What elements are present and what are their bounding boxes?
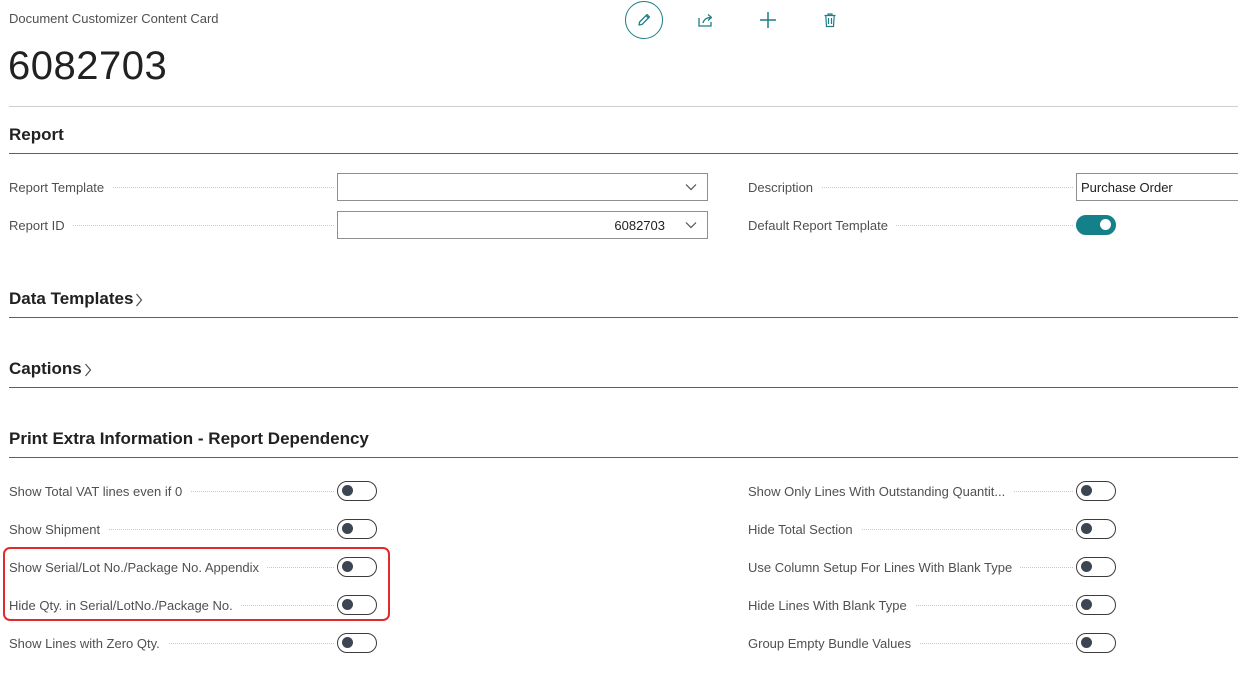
chevron-right-icon	[135, 293, 143, 312]
toggle-knob	[1081, 485, 1092, 496]
toggle-knob	[342, 561, 353, 572]
page-title: 6082703	[8, 44, 168, 88]
toggle-knob	[342, 599, 353, 610]
chevron-right-icon	[84, 363, 92, 382]
toggle-field: Show Shipment	[9, 515, 334, 543]
show-total-vat-label: Show Total VAT lines even if 0	[9, 483, 191, 499]
toggle-knob	[342, 523, 353, 534]
section-title-print-extra: Print Extra Information - Report Depende…	[9, 429, 369, 448]
report-template-select[interactable]	[337, 173, 708, 201]
toggle-knob	[342, 637, 353, 648]
edit-button[interactable]	[625, 1, 663, 39]
show-shipment-toggle[interactable]	[337, 519, 377, 539]
chevron-down-icon	[677, 212, 705, 238]
report-id-label: Report ID	[9, 217, 73, 233]
show-zero-qty-toggle[interactable]	[337, 633, 377, 653]
toggle-field: Show Total VAT lines even if 0	[9, 477, 334, 505]
show-shipment-label: Show Shipment	[9, 521, 109, 537]
action-bar	[625, 1, 849, 39]
header-divider	[9, 106, 1238, 107]
report-id-field: Report ID	[9, 211, 334, 239]
section-title-report: Report	[9, 125, 64, 144]
toggle-field: Use Column Setup For Lines With Blank Ty…	[748, 553, 1073, 581]
hide-qty-serial-toggle[interactable]	[337, 595, 377, 615]
toggle-field: Group Empty Bundle Values	[748, 629, 1073, 657]
toggle-field: Show Serial/Lot No./Package No. Appendix	[9, 553, 334, 581]
column-setup-blank-label: Use Column Setup For Lines With Blank Ty…	[748, 559, 1021, 575]
default-template-toggle[interactable]	[1076, 215, 1116, 235]
toggle-knob	[1081, 561, 1092, 572]
hide-blank-lines-label: Hide Lines With Blank Type	[748, 597, 915, 613]
card-type-label: Document Customizer Content Card	[9, 11, 219, 26]
column-setup-blank-toggle[interactable]	[1076, 557, 1116, 577]
outstanding-qty-toggle[interactable]	[1076, 481, 1116, 501]
section-print-extra[interactable]: Print Extra Information - Report Depende…	[9, 428, 1238, 458]
new-button[interactable]	[749, 1, 787, 39]
toggle-knob	[1081, 599, 1092, 610]
report-template-field: Report Template	[9, 173, 334, 201]
show-serial-appendix-toggle[interactable]	[337, 557, 377, 577]
toggle-field: Hide Lines With Blank Type	[748, 591, 1073, 619]
share-icon	[698, 14, 713, 27]
toggle-field: Hide Total Section	[748, 515, 1073, 543]
report-template-label: Report Template	[9, 179, 113, 195]
pencil-icon	[638, 13, 651, 26]
show-total-vat-toggle[interactable]	[337, 481, 377, 501]
plus-icon	[760, 12, 776, 28]
hide-blank-lines-toggle[interactable]	[1076, 595, 1116, 615]
section-data-templates[interactable]: Data Templates	[9, 288, 1238, 318]
toggle-field: Show Lines with Zero Qty.	[9, 629, 334, 657]
section-title-captions: Captions	[9, 359, 82, 378]
show-zero-qty-label: Show Lines with Zero Qty.	[9, 635, 168, 651]
default-template-field: Default Report Template	[748, 211, 1073, 239]
hide-qty-serial-label: Hide Qty. in Serial/LotNo./Package No.	[9, 597, 241, 613]
report-id-select[interactable]: 6082703	[337, 211, 708, 239]
show-serial-appendix-label: Show Serial/Lot No./Package No. Appendix	[9, 559, 268, 575]
delete-button[interactable]	[811, 1, 849, 39]
section-report[interactable]: Report	[9, 124, 1238, 154]
hide-total-section-label: Hide Total Section	[748, 521, 861, 537]
group-empty-bundle-label: Group Empty Bundle Values	[748, 635, 920, 651]
trash-icon	[824, 13, 836, 28]
toggle-field: Show Only Lines With Outstanding Quantit…	[748, 477, 1073, 505]
toggle-knob	[1081, 523, 1092, 534]
toggle-field: Hide Qty. in Serial/LotNo./Package No.	[9, 591, 334, 619]
hide-total-section-toggle[interactable]	[1076, 519, 1116, 539]
toggle-knob	[1081, 637, 1092, 648]
description-input[interactable]: Purchase Order	[1076, 173, 1238, 201]
toggle-knob	[1100, 219, 1111, 230]
share-button[interactable]	[687, 1, 725, 39]
description-label: Description	[748, 179, 822, 195]
section-title-data-templates: Data Templates	[9, 289, 134, 308]
outstanding-qty-label: Show Only Lines With Outstanding Quantit…	[748, 483, 1014, 499]
chevron-down-icon	[677, 174, 705, 200]
group-empty-bundle-toggle[interactable]	[1076, 633, 1116, 653]
section-captions[interactable]: Captions	[9, 358, 1238, 388]
toggle-knob	[342, 485, 353, 496]
description-field: Description	[748, 173, 1073, 201]
default-template-label: Default Report Template	[748, 217, 896, 233]
report-id-value: 6082703	[614, 217, 665, 233]
